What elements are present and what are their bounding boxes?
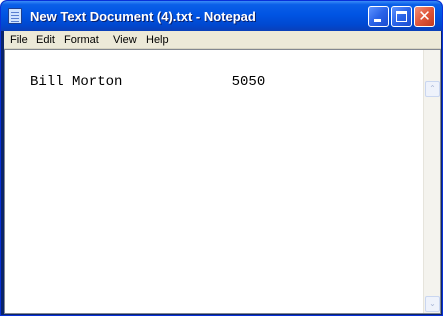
scroll-up-icon[interactable]: ⌃: [425, 81, 440, 97]
close-button[interactable]: ✕: [414, 6, 435, 27]
menu-view[interactable]: View: [109, 33, 141, 47]
title-bar[interactable]: New Text Document (4).txt - Notepad ✕: [1, 1, 442, 31]
text-editor-area[interactable]: Bill Morton 5050 ⌃ ⌄: [4, 49, 441, 314]
window-title: New Text Document (4).txt - Notepad: [30, 9, 256, 24]
notepad-icon[interactable]: [8, 8, 22, 24]
document-text[interactable]: Bill Morton 5050: [30, 74, 410, 90]
menu-format[interactable]: Format: [60, 33, 103, 47]
scroll-down-icon[interactable]: ⌄: [425, 296, 440, 312]
minimize-icon: [374, 19, 381, 22]
menu-edit[interactable]: Edit: [32, 33, 59, 47]
menu-bar: File Edit Format View Help: [4, 31, 441, 49]
vertical-scrollbar[interactable]: ⌃ ⌄: [423, 50, 440, 313]
minimize-button[interactable]: [368, 6, 389, 27]
maximize-button[interactable]: [391, 6, 412, 27]
menu-help[interactable]: Help: [142, 33, 173, 47]
maximize-icon: [396, 11, 407, 22]
menu-file[interactable]: File: [6, 33, 32, 47]
notepad-window: New Text Document (4).txt - Notepad ✕ Fi…: [0, 0, 443, 316]
close-icon: ✕: [418, 7, 431, 25]
